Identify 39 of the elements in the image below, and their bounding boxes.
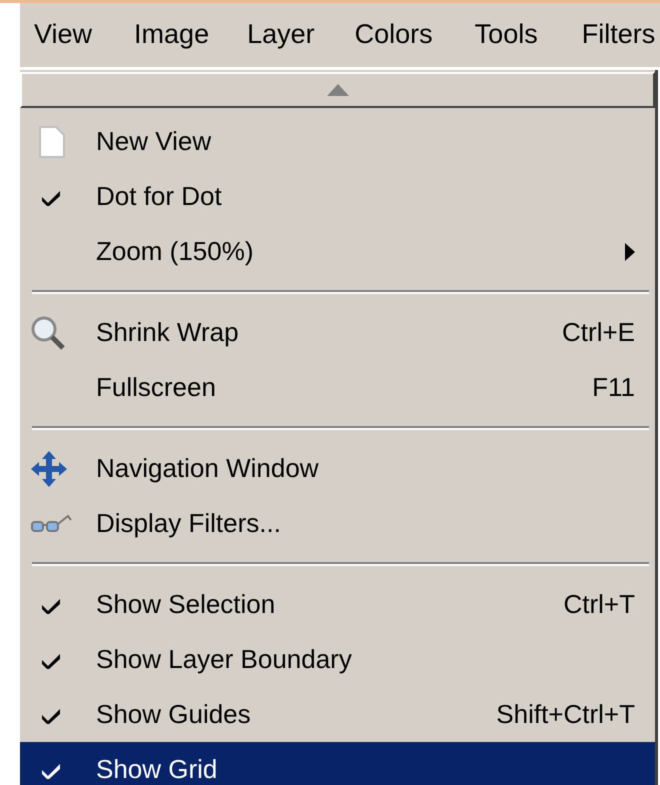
menu-item[interactable]: Fullscreen F11: [20, 360, 655, 415]
menu-item[interactable]: Show Guides Shift+Ctrl+T: [20, 687, 655, 742]
menu-item[interactable]: Dot for Dot: [20, 169, 655, 224]
menu-item-label: Display Filters...: [96, 508, 282, 539]
scroll-up-button[interactable]: [20, 72, 655, 108]
shortcut-label: Ctrl+T: [564, 589, 635, 620]
menu-item[interactable]: Show Layer Boundary: [20, 632, 655, 687]
menu-bar-item[interactable]: Image: [120, 9, 224, 61]
menu-item-label: Shrink Wrap: [96, 317, 240, 348]
glasses-icon: [30, 514, 72, 534]
menu-item[interactable]: Show Grid: [20, 742, 655, 785]
menu-item[interactable]: Display Filters...: [20, 496, 655, 551]
page-icon: [38, 124, 66, 158]
menu-item[interactable]: Show Selection Ctrl+T: [20, 577, 655, 632]
shortcut-label: Shift+Ctrl+T: [496, 699, 635, 730]
menu-item[interactable]: Zoom (150%): [20, 224, 655, 279]
menu-item-label: Fullscreen: [96, 372, 217, 403]
menu-item-label: Show Guides: [96, 699, 252, 730]
menu-bar-item[interactable]: Tools: [460, 9, 552, 61]
submenu-arrow-icon: [625, 242, 635, 260]
menu-bar-item[interactable]: View: [22, 11, 104, 59]
menu-item[interactable]: Shrink Wrap Ctrl+E: [20, 305, 655, 360]
menu-item[interactable]: New View: [20, 114, 655, 169]
shortcut-label: F11: [592, 372, 635, 403]
menu-bar-item[interactable]: Layer: [233, 9, 329, 61]
menu-item-label: Show Layer Boundary: [96, 644, 353, 675]
menu-bar-item[interactable]: Filters: [568, 9, 660, 61]
menu-bar-item[interactable]: Colors: [340, 9, 447, 61]
menu-item-label: Navigation Window: [96, 453, 320, 484]
menu-item-label: Show Grid: [96, 754, 218, 785]
up-arrow-icon: [326, 84, 348, 96]
menu-item-label: Dot for Dot: [96, 181, 223, 212]
shortcut-label: Ctrl+E: [562, 317, 635, 348]
menu-item-label: Zoom (150%): [96, 236, 254, 267]
move-arrows-icon: [30, 450, 68, 488]
magnifier-icon: [30, 314, 66, 350]
menu-item[interactable]: Navigation Window: [20, 441, 655, 496]
menu-item-label: New View: [96, 126, 212, 157]
menu-item-label: Show Selection: [96, 589, 276, 620]
